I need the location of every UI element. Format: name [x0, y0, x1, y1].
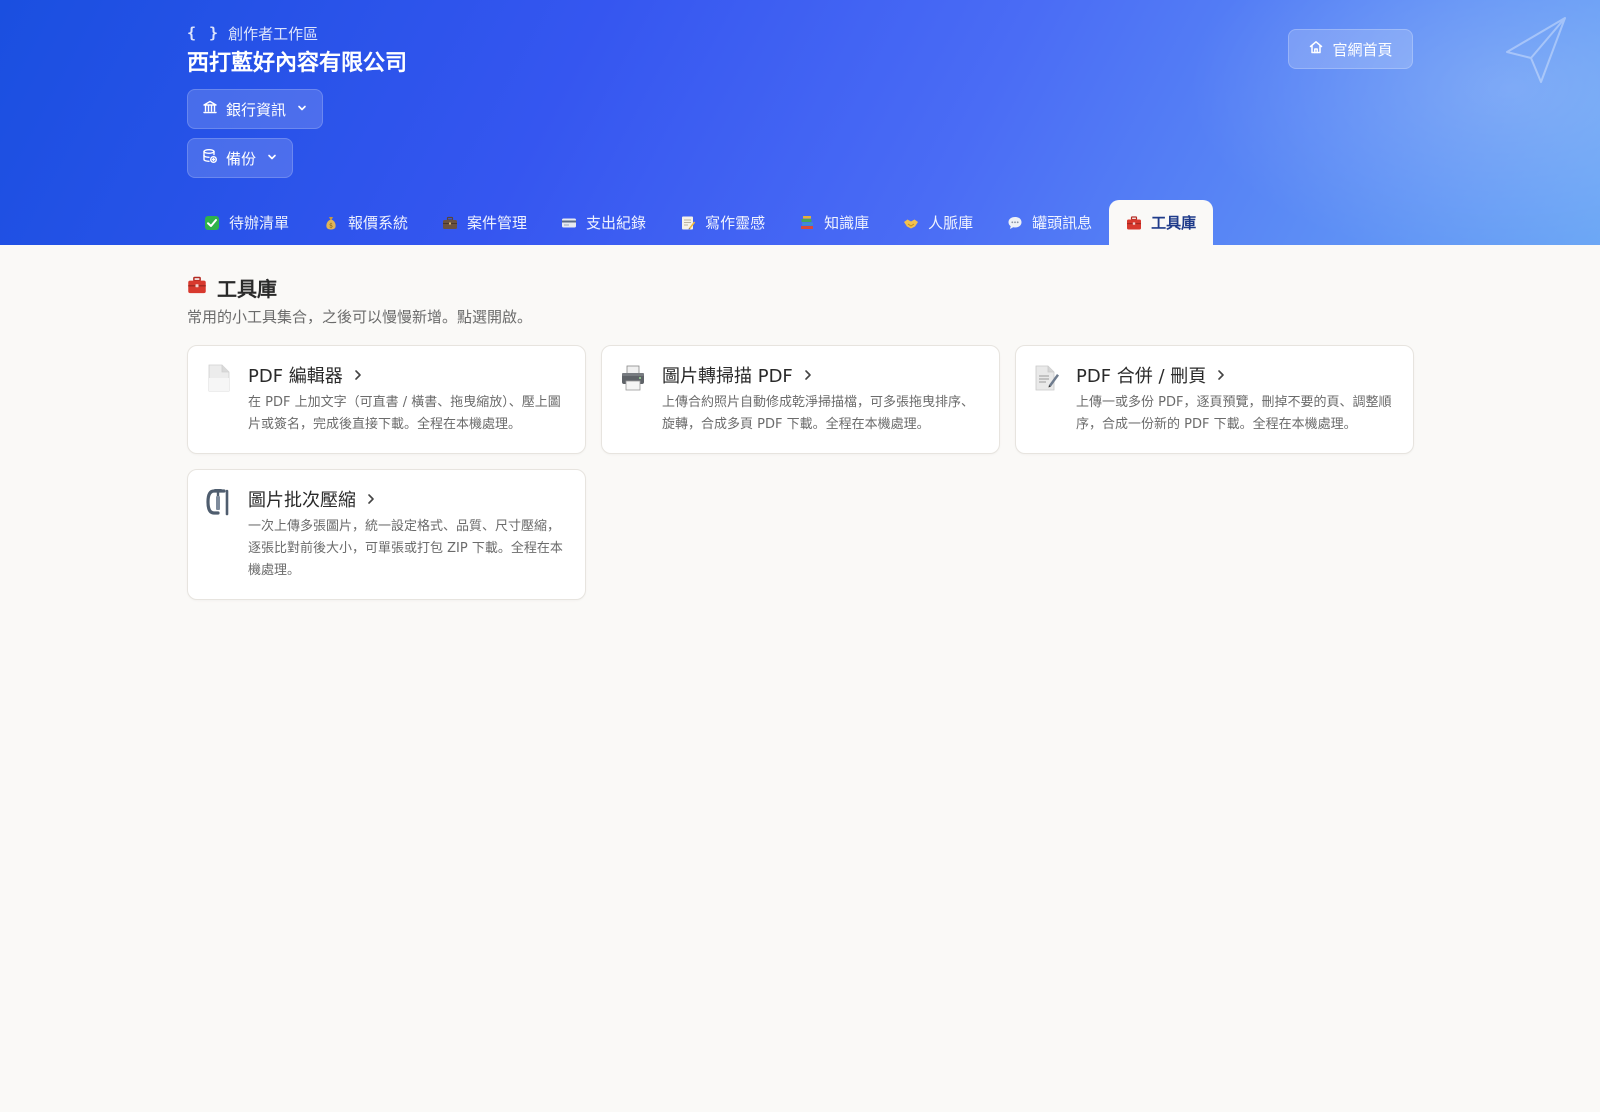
- tool-card-pdf-editor[interactable]: PDF 編輯器 在 PDF 上加文字（可直書 / 橫書、拖曳縮放）、壓上圖片或簽…: [187, 345, 586, 454]
- briefcase-icon: [442, 215, 458, 231]
- tool-card-title: PDF 編輯器: [248, 366, 343, 387]
- tab-label: 支出紀錄: [586, 214, 647, 232]
- chevron-right-icon: [1216, 365, 1226, 386]
- books-icon: [799, 215, 815, 231]
- memo-icon: [680, 215, 696, 231]
- bank-icon: [202, 99, 218, 119]
- tab-toolbox[interactable]: 工具庫: [1109, 200, 1214, 245]
- tab-expenses[interactable]: 支出紀錄: [544, 200, 663, 245]
- tool-grid: PDF 編輯器 在 PDF 上加文字（可直書 / 橫書、拖曳縮放）、壓上圖片或簽…: [187, 345, 1414, 600]
- backup-label: 備份: [226, 149, 257, 168]
- bank-info-label: 銀行資訊: [226, 100, 287, 119]
- tab-canned-messages[interactable]: 罐頭訊息: [990, 200, 1109, 245]
- tool-card-description: 在 PDF 上加文字（可直書 / 橫書、拖曳縮放）、壓上圖片或簽名，完成後直接下…: [248, 395, 561, 432]
- main-content: 工具庫 常用的小工具集合，之後可以慢慢新增。點選開啟。 PDF 編輯器 在 PD…: [187, 270, 1414, 600]
- tab-label: 人脈庫: [928, 214, 974, 232]
- tab-label: 待辦清單: [229, 214, 290, 232]
- app-header: { } 創作者工作區 西打藍好內容有限公司 銀行資訊 備份 官網首頁 待辦清單 …: [0, 0, 1600, 245]
- chevron-right-icon: [366, 489, 376, 510]
- tab-quotation[interactable]: $ 報價系統: [306, 200, 425, 245]
- paper-plane-icon: [1506, 17, 1566, 83]
- tool-card-pdf-merge-delete[interactable]: PDF 合併 / 刪頁 上傳一或多份 PDF，逐頁預覽，刪掉不要的頁、調整順序，…: [1015, 345, 1414, 454]
- workspace-label: 創作者工作區: [228, 24, 319, 43]
- tab-label: 寫作靈感: [705, 214, 766, 232]
- tab-label: 報價系統: [348, 214, 409, 232]
- credit-card-icon: [561, 215, 577, 231]
- tab-label: 罐頭訊息: [1032, 214, 1093, 232]
- backup-button[interactable]: 備份: [187, 138, 294, 178]
- tab-contacts[interactable]: 人脈庫: [886, 200, 990, 245]
- braces-icon: { }: [187, 24, 221, 42]
- tool-card-title: 圖片轉掃描 PDF: [662, 366, 793, 387]
- printer-icon: [620, 362, 648, 436]
- toolbox-icon: [1126, 215, 1142, 231]
- check-box-icon: [204, 215, 220, 231]
- database-backup-icon: [202, 148, 218, 168]
- document-icon: [206, 362, 234, 436]
- chevron-right-icon: [353, 365, 363, 386]
- tab-label: 案件管理: [467, 214, 528, 232]
- tab-cases[interactable]: 案件管理: [425, 200, 544, 245]
- tab-knowledge[interactable]: 知識庫: [782, 200, 886, 245]
- company-name: 西打藍好內容有限公司: [187, 51, 408, 76]
- tool-card-title: 圖片批次壓縮: [248, 490, 356, 511]
- tab-label: 工具庫: [1151, 214, 1197, 232]
- tool-card-image-to-scan-pdf[interactable]: 圖片轉掃描 PDF 上傳合約照片自動修成乾淨掃描檔，可多張拖曳排序、旋轉，合成多…: [601, 345, 1000, 454]
- tool-card-description: 上傳一或多份 PDF，逐頁預覽，刪掉不要的頁、調整順序，合成一份新的 PDF 下…: [1076, 395, 1392, 432]
- clamp-icon: [206, 486, 234, 582]
- document-pen-icon: [1034, 362, 1062, 436]
- workspace-kicker: { } 創作者工作區: [187, 22, 318, 44]
- tool-card-description: 上傳合約照片自動修成乾淨掃描檔，可多張拖曳排序、旋轉，合成多頁 PDF 下載。全…: [662, 395, 975, 432]
- tool-card-image-batch-compress[interactable]: 圖片批次壓縮 一次上傳多張圖片，統一設定格式、品質、尺寸壓縮，逐張比對前後大小，…: [187, 469, 586, 600]
- tool-card-title: PDF 合併 / 刪頁: [1076, 366, 1207, 387]
- handshake-icon: [903, 215, 919, 231]
- tab-writing-ideas[interactable]: 寫作靈感: [663, 200, 782, 245]
- homepage-label: 官網首頁: [1332, 40, 1393, 59]
- page-title-text: 工具庫: [217, 276, 277, 301]
- page-subtitle: 常用的小工具集合，之後可以慢慢新增。點選開啟。: [187, 308, 533, 326]
- tab-label: 知識庫: [824, 214, 870, 232]
- tab-todo[interactable]: 待辦清單: [187, 200, 306, 245]
- svg-text:$: $: [329, 222, 333, 229]
- chevron-down-icon: [294, 100, 308, 118]
- speech-bubble-icon: [1007, 215, 1023, 231]
- main-tabs: 待辦清單 $ 報價系統 案件管理 支出紀錄 寫作靈感 知識庫 人脈庫 罐頭訊息 …: [187, 200, 1214, 245]
- bank-info-button[interactable]: 銀行資訊: [187, 89, 324, 129]
- home-icon: [1308, 39, 1324, 59]
- chevron-right-icon: [803, 365, 813, 386]
- chevron-down-icon: [264, 149, 278, 167]
- tool-card-description: 一次上傳多張圖片，統一設定格式、品質、尺寸壓縮，逐張比對前後大小，可單張或打包 …: [248, 519, 563, 578]
- money-bag-icon: $: [323, 215, 339, 231]
- page-title: 工具庫: [187, 270, 1413, 304]
- homepage-button[interactable]: 官網首頁: [1288, 29, 1413, 69]
- toolbox-icon: [187, 275, 207, 300]
